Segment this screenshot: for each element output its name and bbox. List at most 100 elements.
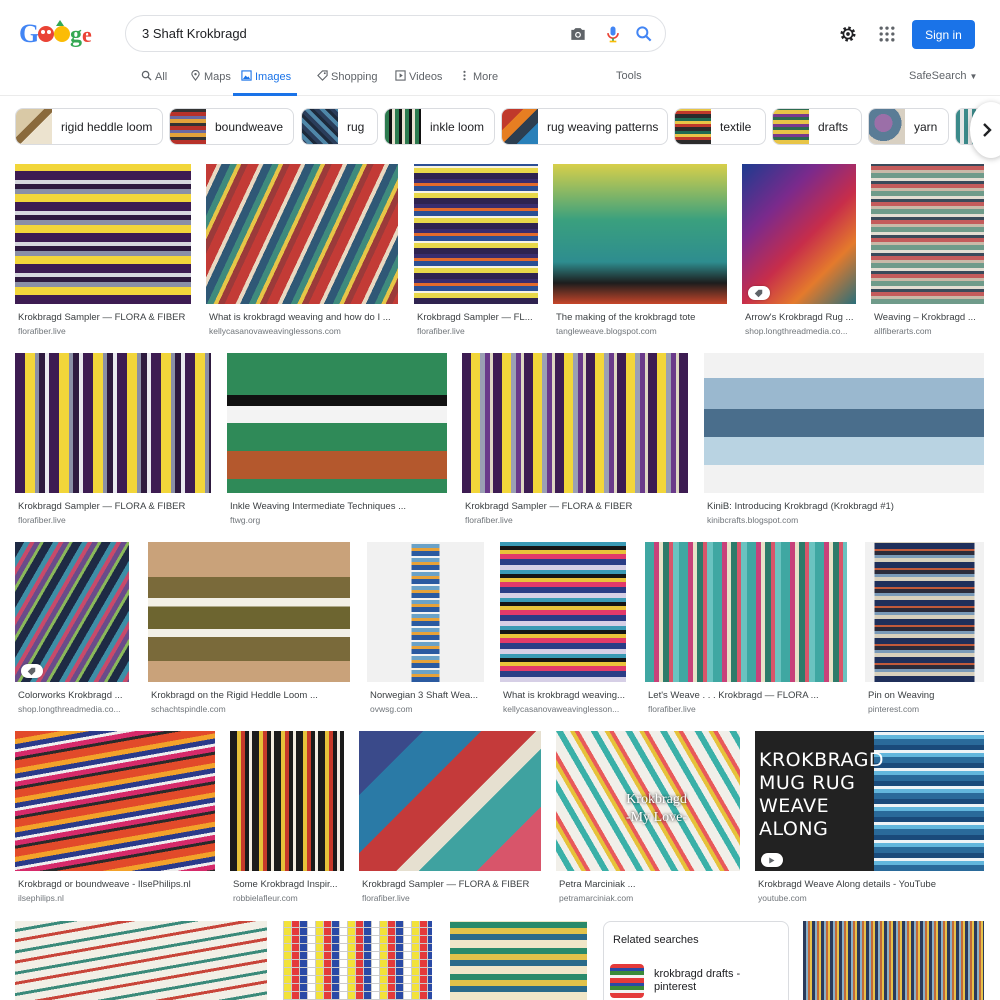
result-thumbnail — [645, 542, 847, 682]
result-site: robbielafleur.com — [233, 893, 298, 903]
result-thumbnail — [15, 164, 191, 304]
tag-icon — [317, 70, 328, 81]
image-result[interactable]: Arrow's Krokbragd Rug ... shop.longthrea… — [742, 164, 858, 339]
result-site: florafiber.live — [648, 704, 696, 714]
result-title: Colorworks Krokbragd ... — [18, 690, 123, 701]
result-site: kellycasanovaweavinglessons.com — [209, 326, 341, 336]
result-thumbnail — [15, 921, 267, 1000]
result-thumbnail — [871, 164, 984, 304]
microphone-icon[interactable] — [603, 24, 623, 44]
tab-images[interactable]: Images — [233, 70, 298, 96]
chip-rug-weaving-patterns[interactable]: rug weaving patterns — [501, 108, 668, 145]
chips-next-button[interactable] — [970, 102, 1000, 158]
chip-textile[interactable]: textile — [674, 108, 766, 145]
result-site: ilsephilips.nl — [18, 893, 64, 903]
chip-thumbnail — [675, 109, 711, 144]
result-title: Krokbragd Weave Along details - YouTube — [758, 879, 936, 890]
google-logo[interactable]: G g e — [18, 16, 92, 50]
result-site: florafiber.live — [417, 326, 465, 336]
svg-text:e: e — [82, 22, 92, 47]
image-result[interactable] — [15, 921, 269, 1000]
image-result[interactable]: Krokbragd Sampler — FL... florafiber.liv… — [414, 164, 540, 339]
result-thumbnail — [230, 731, 344, 871]
image-result[interactable]: Krokbragd on the Rigid Heddle Loom ... s… — [148, 542, 352, 717]
tools-button[interactable]: Tools — [616, 70, 642, 82]
tab-shopping[interactable]: Shopping — [317, 70, 378, 96]
sign-in-button[interactable]: Sign in — [912, 20, 975, 49]
result-title: Krokbragd Sampler — FLORA & FIBER — [18, 312, 186, 323]
result-title: Krokbragd or boundweave - IlsePhilips.nl — [18, 879, 191, 890]
result-title: Krokbragd on the Rigid Heddle Loom ... — [151, 690, 318, 701]
chip-boundweave[interactable]: boundweave — [169, 108, 294, 145]
result-thumbnail: Krokbragd -My Love- — [556, 731, 740, 871]
chip-label: drafts — [818, 120, 849, 134]
video-play-icon — [395, 70, 406, 81]
result-site: tangleweave.blogspot.com — [556, 326, 657, 336]
chip-label: boundweave — [215, 120, 284, 134]
image-result[interactable]: Some Krokbragd Inspir... robbielafleur.c… — [230, 731, 346, 906]
image-result[interactable]: KROKBRAGD MUG RUG WEAVE ALONG Krokbragd … — [755, 731, 986, 906]
result-thumbnail — [227, 353, 447, 493]
image-result[interactable]: What is krokbragd weaving... kellycasano… — [500, 542, 628, 717]
image-result[interactable] — [803, 921, 986, 1000]
search-input[interactable] — [142, 16, 542, 51]
image-result[interactable]: Weaving – Krokbragd ... allfiberarts.com — [871, 164, 986, 339]
result-site: florafiber.live — [465, 515, 513, 525]
image-result[interactable]: Inkle Weaving Intermediate Techniques ..… — [227, 353, 449, 528]
tab-videos[interactable]: Videos — [395, 70, 442, 96]
search-tabs: All Maps Images Shopping Videos More Too… — [0, 62, 1000, 96]
result-title: What is krokbragd weaving and how do I .… — [209, 312, 391, 323]
image-result[interactable]: What is krokbragd weaving and how do I .… — [206, 164, 400, 339]
tag-icon — [27, 667, 36, 676]
chip-rug[interactable]: rug — [301, 108, 378, 145]
image-result[interactable]: Norwegian 3 Shaft Wea... ovwsg.com — [367, 542, 486, 717]
caret-down-icon: ▼ — [969, 72, 978, 81]
image-result[interactable]: KiniB: Introducing Krokbragd (Krokbragd … — [704, 353, 986, 528]
settings-gear-icon[interactable] — [838, 24, 858, 44]
chip-drafts[interactable]: drafts — [772, 108, 862, 145]
tab-maps[interactable]: Maps — [190, 69, 231, 96]
image-result[interactable]: Krokbragd Sampler — FLORA & FIBER floraf… — [462, 353, 690, 528]
image-result[interactable]: Krokbragd -My Love- Petra Marciniak ... … — [556, 731, 742, 906]
result-thumbnail — [500, 542, 626, 682]
safesearch-menu[interactable]: SafeSearch ▼ — [909, 70, 977, 82]
apps-grid-icon[interactable] — [877, 24, 897, 44]
tab-more[interactable]: More — [459, 70, 498, 96]
result-title: Arrow's Krokbragd Rug ... — [745, 312, 854, 323]
image-result[interactable]: Pin on Weaving pinterest.com — [865, 542, 986, 717]
chip-inkle-loom[interactable]: inkle loom — [384, 108, 495, 145]
result-thumbnail — [450, 921, 587, 1000]
image-result[interactable]: Krokbragd Sampler — FLORA & FIBER floraf… — [15, 164, 193, 339]
chip-thumbnail — [170, 109, 206, 144]
image-result[interactable]: Let's Weave . . . Krokbragd — FLORA ... … — [645, 542, 849, 717]
camera-icon[interactable] — [568, 24, 588, 44]
image-result[interactable]: The making of the krokbragd tote tanglew… — [553, 164, 729, 339]
safesearch-label: SafeSearch — [909, 70, 967, 82]
tab-all[interactable]: All — [141, 70, 167, 96]
result-thumbnail — [865, 542, 984, 682]
image-result[interactable]: Krokbragd Sampler — FLORA & FIBER floraf… — [359, 731, 543, 906]
result-site: florafiber.live — [18, 326, 66, 336]
related-searches-card: Related searches krokbragd drafts - pint… — [603, 921, 789, 1000]
play-icon — [769, 857, 775, 864]
search-icon[interactable] — [634, 24, 654, 44]
image-result[interactable]: Krokbragd or boundweave - IlsePhilips.nl… — [15, 731, 217, 906]
more-vertical-icon — [463, 70, 466, 81]
tab-more-label: More — [473, 71, 499, 83]
tag-icon — [754, 289, 763, 298]
related-search-item[interactable]: krokbragd drafts - pinterest — [610, 964, 785, 1000]
search-small-icon — [141, 70, 152, 81]
image-result[interactable] — [450, 921, 589, 1000]
image-result[interactable]: Colorworks Krokbragd ... shop.longthread… — [15, 542, 131, 717]
image-result[interactable]: Krokbragd Sampler — FLORA & FIBER floraf… — [15, 353, 213, 528]
chip-rigid-heddle-loom[interactable]: rigid heddle loom — [15, 108, 163, 145]
result-thumbnail — [704, 353, 984, 493]
tab-images-label: Images — [255, 71, 292, 83]
result-site: ovwsg.com — [370, 704, 413, 714]
result-title: Inkle Weaving Intermediate Techniques ..… — [230, 501, 407, 512]
image-result[interactable] — [283, 921, 434, 1000]
chip-yarn[interactable]: yarn — [868, 108, 949, 145]
chip-label: rug weaving patterns — [547, 120, 659, 134]
video-badge — [761, 853, 783, 867]
image-icon — [241, 70, 252, 81]
